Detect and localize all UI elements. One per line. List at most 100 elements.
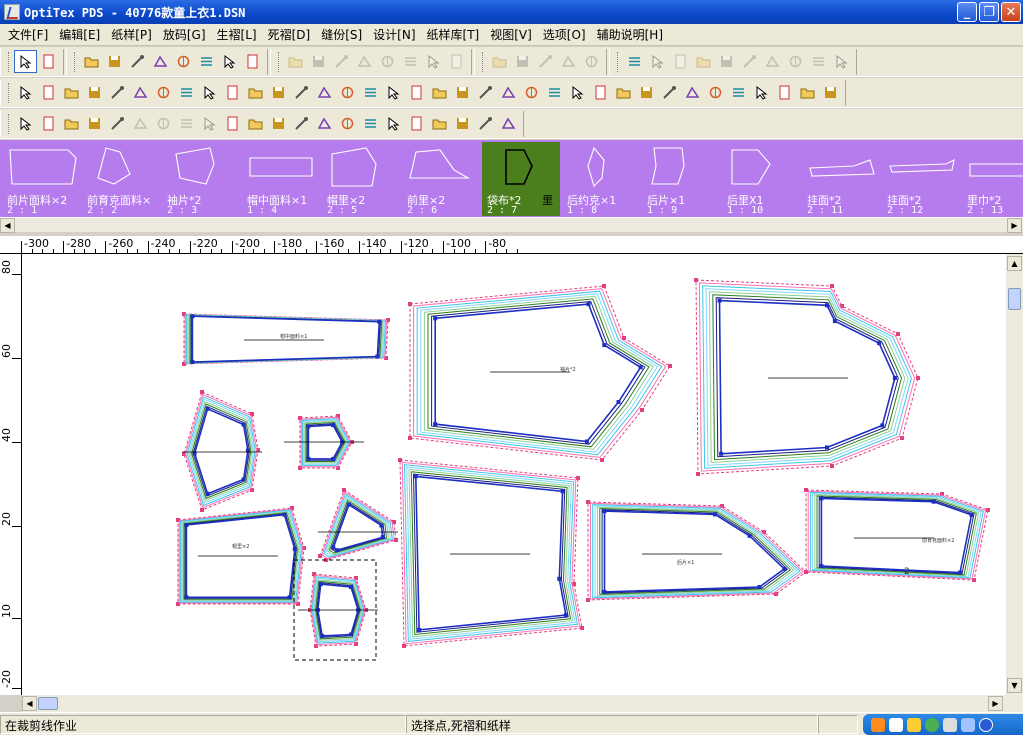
notch-tool-button[interactable] — [474, 81, 497, 104]
piece-front[interactable] — [398, 458, 584, 648]
scale-point-button[interactable] — [60, 112, 83, 135]
offset-tool-button[interactable] — [106, 81, 129, 104]
preview-button[interactable] — [195, 50, 218, 73]
piece-thumb-7[interactable]: 袋布*2 2 : 7里 — [482, 142, 560, 216]
toolbar-grip[interactable] — [482, 51, 485, 72]
keyboard-icon[interactable] — [889, 717, 903, 732]
grade-point[interactable] — [830, 464, 834, 468]
brush-tool-button[interactable] — [727, 81, 750, 104]
cw-tool-button[interactable] — [313, 112, 336, 135]
minimize-button[interactable]: _ — [957, 2, 977, 22]
grade-point[interactable] — [819, 564, 824, 569]
weight-disabled-button[interactable] — [692, 50, 715, 73]
piece-thumb-2[interactable]: 前育克面料× 2 : 2 — [82, 142, 160, 216]
grade-point[interactable] — [640, 408, 644, 412]
angle-disabled-button[interactable] — [646, 50, 669, 73]
tool-disabled-1-button[interactable] — [784, 50, 807, 73]
menu-edit[interactable]: 编辑[E] — [55, 26, 104, 43]
grade-point[interactable] — [433, 316, 438, 321]
grade-point[interactable] — [958, 570, 962, 575]
mirror-disabled-button[interactable] — [761, 50, 784, 73]
grade-point[interactable] — [931, 499, 936, 504]
sphere-tool-button[interactable] — [336, 81, 359, 104]
grade-point[interactable] — [282, 512, 287, 517]
horizontal-scrollbar[interactable]: ◀ ▶ — [22, 695, 1023, 712]
grade-point[interactable] — [832, 319, 837, 324]
grade-point[interactable] — [819, 496, 824, 501]
grade-point[interactable] — [292, 547, 297, 552]
toolbar-grip[interactable] — [8, 51, 11, 72]
menu-dart[interactable]: 死褶[D] — [264, 26, 315, 43]
grade-point[interactable] — [394, 538, 398, 542]
grade-point[interactable] — [335, 548, 340, 553]
piece-front-lining[interactable] — [694, 278, 920, 476]
grade-point[interactable] — [377, 319, 382, 324]
grade-point[interactable] — [825, 445, 829, 450]
menu-view[interactable]: 视图[V] — [486, 26, 536, 43]
notch-disabled-button[interactable] — [511, 50, 534, 73]
moon-icon[interactable] — [925, 717, 939, 732]
grade-disabled-6-button[interactable] — [399, 50, 422, 73]
measure-tool-button[interactable] — [520, 81, 543, 104]
wave-tool-button[interactable] — [451, 81, 474, 104]
grade-point[interactable] — [349, 585, 353, 589]
close-button[interactable]: ✕ — [1001, 2, 1021, 22]
piece-thumb-11[interactable]: 挂面*2 2 : 11 — [802, 142, 880, 216]
grab-tool-button[interactable] — [244, 112, 267, 135]
grade-disabled-3-button[interactable] — [330, 50, 353, 73]
grade-point[interactable] — [184, 523, 189, 527]
pattern-drawing[interactable]: 帽中面料×1 袖片*2 帽里×2 后片×1 前育克面料×2 2 — [22, 254, 1006, 695]
grade-point[interactable] — [398, 458, 402, 462]
grade-point[interactable] — [200, 508, 204, 512]
grade-point[interactable] — [916, 376, 920, 380]
piece-small-pocket[interactable] — [284, 414, 364, 470]
rect-select-button[interactable] — [267, 112, 290, 135]
arrows-tool-button[interactable] — [451, 112, 474, 135]
pleat-tool-button[interactable] — [267, 81, 290, 104]
grade-point[interactable] — [717, 298, 722, 303]
punct-icon[interactable] — [907, 717, 921, 732]
piece-disabled-button[interactable] — [445, 50, 468, 73]
fold-disabled-button[interactable] — [669, 50, 692, 73]
angle-tool-button[interactable] — [60, 81, 83, 104]
toolbar-grip[interactable] — [74, 51, 77, 72]
parallel-tool-button[interactable] — [129, 81, 152, 104]
menu-seam[interactable]: 缝份[S] — [317, 26, 366, 43]
scroll-left-arrow-icon[interactable]: ◀ — [0, 218, 15, 233]
plot-button[interactable] — [149, 50, 172, 73]
grade-point[interactable] — [200, 390, 204, 394]
move-point-button[interactable] — [14, 112, 37, 135]
grade-point[interactable] — [600, 458, 604, 462]
grade-point[interactable] — [417, 627, 422, 632]
grade-disabled-4-button[interactable] — [353, 50, 376, 73]
grade-point[interactable] — [241, 422, 246, 427]
grade-point[interactable] — [602, 509, 607, 514]
tool-disabled-3-button[interactable] — [830, 50, 853, 73]
split-disabled-button[interactable] — [488, 50, 511, 73]
scissors-tool-button[interactable] — [612, 81, 635, 104]
grade-point[interactable] — [563, 613, 568, 618]
grade-point[interactable] — [331, 456, 336, 461]
grade-point[interactable] — [782, 566, 787, 571]
grade-point[interactable] — [747, 533, 752, 538]
piece-thumb-8[interactable]: 后约克×1 1 : 8 — [562, 142, 640, 216]
triangle-tool-button[interactable] — [543, 81, 566, 104]
label-tool-button[interactable] — [704, 81, 727, 104]
measure-disabled-button[interactable] — [422, 50, 445, 73]
piece-thumb-5[interactable]: 帽里×2 2 : 5 — [322, 142, 400, 216]
fold-tool-button[interactable] — [290, 81, 313, 104]
grade-point[interactable] — [825, 303, 829, 308]
hand-tool-button[interactable] — [221, 112, 244, 135]
grade-point[interactable] — [306, 456, 311, 461]
copy-tool-button[interactable] — [566, 81, 589, 104]
circle-disabled-button[interactable] — [580, 50, 603, 73]
dart-tool-button[interactable] — [244, 81, 267, 104]
menu-file[interactable]: 文件[F] — [4, 26, 52, 43]
book2-tool-button[interactable] — [773, 81, 796, 104]
line-tool-button[interactable] — [37, 81, 60, 104]
scroll-left-arrow-icon-bottom[interactable]: ◀ — [22, 696, 37, 711]
grade-point[interactable] — [586, 500, 590, 504]
grade-point[interactable] — [557, 576, 562, 581]
menu-library[interactable]: 纸样库[T] — [423, 26, 484, 43]
select-arrow-button[interactable] — [14, 50, 37, 73]
